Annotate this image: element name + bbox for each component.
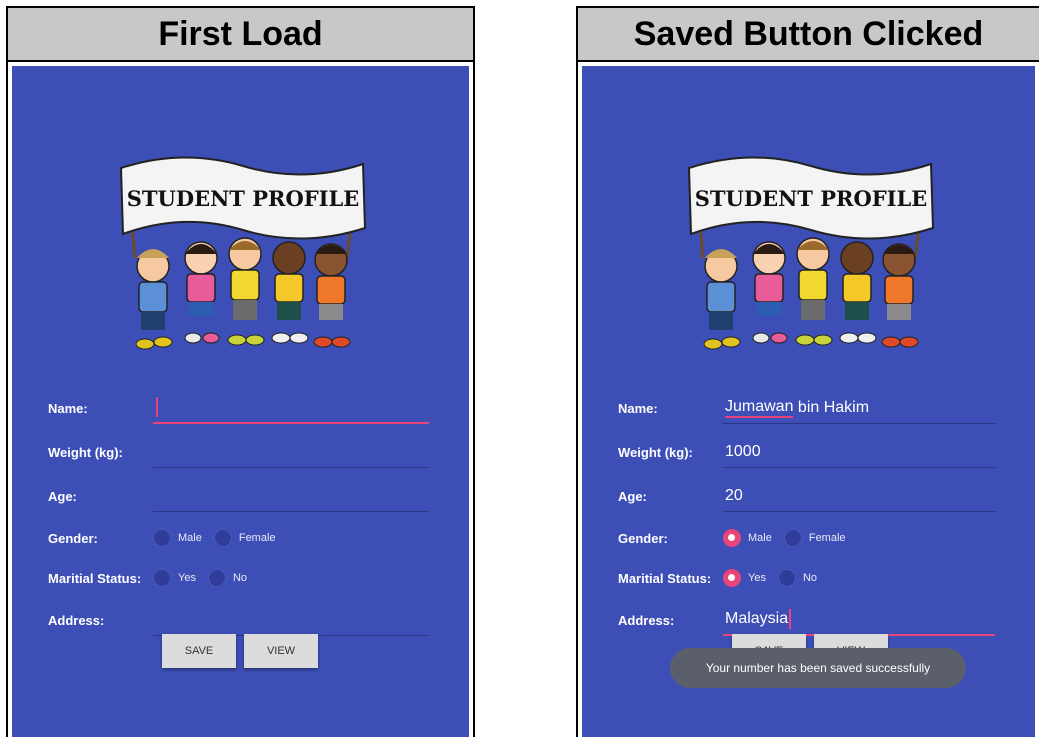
panel-title: First Load	[158, 14, 323, 53]
marital-radio-group: Yes No	[723, 569, 995, 587]
text-caret	[156, 397, 158, 417]
address-input[interactable]	[153, 604, 429, 636]
gender-female-radio[interactable]: Female	[783, 529, 846, 547]
action-buttons: SAVE VIEW	[162, 634, 326, 668]
gender-female-radio[interactable]: Female	[213, 529, 276, 547]
weight-label: Weight (kg):	[48, 444, 123, 460]
name-input[interactable]: Jumawan bin Hakim	[723, 392, 995, 424]
marital-yes-radio[interactable]: Yes	[153, 569, 196, 587]
radio-dot	[723, 529, 741, 547]
address-label: Address:	[48, 612, 105, 628]
marital-no-radio[interactable]: No	[777, 569, 817, 587]
radio-dot	[207, 569, 226, 587]
age-input[interactable]: 20	[723, 480, 995, 512]
age-row: Age: 20	[618, 474, 995, 518]
marital-radio-group: Yes No	[153, 569, 429, 587]
student-profile-logo: STUDENT PROFILE	[687, 155, 934, 351]
gender-radio-group: Male Female	[153, 529, 429, 547]
address-label: Address:	[618, 612, 675, 628]
radio-dot	[153, 529, 171, 547]
gender-male-radio[interactable]: Male	[153, 529, 202, 547]
weight-row: Weight (kg): 1000	[618, 430, 995, 474]
app-screen: STUDENT PROFILE Name: Jumawan bin Hakim …	[582, 66, 1035, 737]
gender-row: Gender: Male Female	[618, 518, 995, 558]
gender-male-radio[interactable]: Male	[723, 529, 772, 547]
age-label: Age:	[618, 488, 647, 504]
gender-label: Gender:	[48, 530, 98, 546]
radio-dot	[783, 529, 802, 547]
name-row: Name: Jumawan bin Hakim	[618, 386, 995, 430]
panel-title: Saved Button Clicked	[633, 14, 984, 53]
name-value-rest: bin Hakim	[793, 398, 870, 416]
name-label: Name:	[48, 400, 88, 416]
gender-row: Gender: Male Female	[48, 518, 429, 558]
panel-first-load: First Load STUDENT PROFILE Name: Weight …	[6, 6, 475, 737]
name-label: Name:	[618, 400, 658, 416]
logo-banner-text: STUDENT PROFILE	[126, 186, 359, 211]
marital-row: Maritial Status: Yes No	[618, 558, 995, 598]
view-button[interactable]: VIEW	[244, 634, 318, 668]
panel-header: First Load	[8, 8, 473, 62]
saved-toast: Your number has been saved successfully	[670, 648, 966, 688]
weight-row: Weight (kg):	[48, 430, 429, 474]
name-row: Name:	[48, 386, 429, 430]
save-button[interactable]: SAVE	[162, 634, 236, 668]
radio-dot	[723, 569, 741, 587]
panel-saved: Saved Button Clicked STUDENT PROFILE Nam…	[576, 6, 1039, 737]
app-screen: STUDENT PROFILE Name: Weight (kg): Age: …	[12, 66, 469, 737]
marital-label: Maritial Status:	[48, 570, 142, 586]
marital-label: Maritial Status:	[618, 570, 712, 586]
name-value-first: Jumawan	[725, 398, 794, 418]
weight-input[interactable]: 1000	[723, 436, 995, 468]
age-label: Age:	[48, 488, 77, 504]
weight-label: Weight (kg):	[618, 444, 693, 460]
profile-form: Name: Weight (kg): Age: Gender: Male Fem…	[48, 386, 429, 642]
address-input[interactable]: Malaysia	[723, 604, 995, 636]
student-profile-logo: STUDENT PROFILE	[119, 155, 366, 351]
gender-label: Gender:	[618, 530, 668, 546]
radio-dot	[153, 569, 171, 587]
name-input[interactable]	[153, 392, 429, 424]
profile-form: Name: Jumawan bin Hakim Weight (kg): 100…	[618, 386, 995, 642]
weight-input[interactable]	[153, 436, 429, 468]
age-row: Age:	[48, 474, 429, 518]
marital-no-radio[interactable]: No	[207, 569, 247, 587]
age-input[interactable]	[153, 480, 429, 512]
logo-banner-text: STUDENT PROFILE	[694, 186, 927, 211]
marital-yes-radio[interactable]: Yes	[723, 569, 766, 587]
panel-header: Saved Button Clicked	[578, 8, 1039, 62]
gender-radio-group: Male Female	[723, 529, 995, 547]
address-value: Malaysia	[725, 610, 789, 627]
radio-dot	[213, 529, 232, 547]
text-caret	[789, 609, 792, 629]
radio-dot	[777, 569, 796, 587]
marital-row: Maritial Status: Yes No	[48, 558, 429, 598]
